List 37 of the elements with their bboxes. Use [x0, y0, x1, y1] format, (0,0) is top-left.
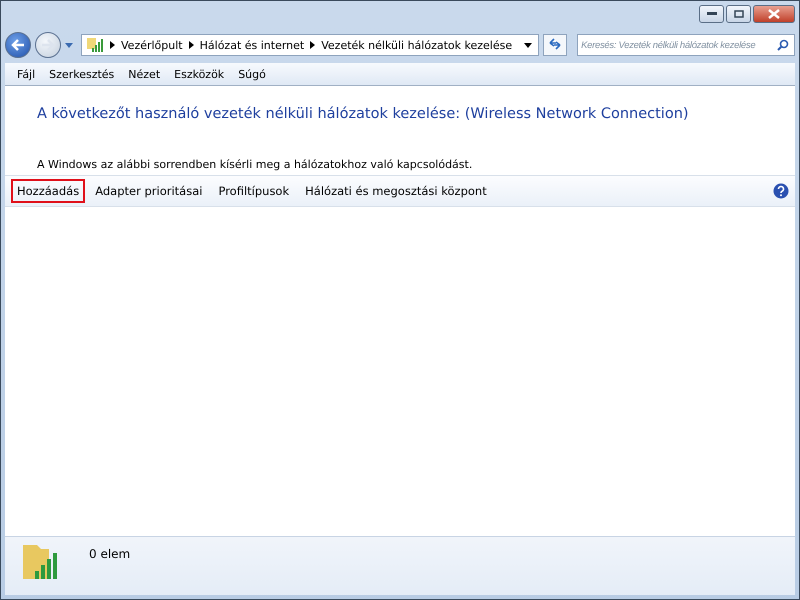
back-button[interactable] — [5, 32, 31, 58]
breadcrumb[interactable]: Hálózat és internet — [200, 38, 304, 52]
address-bar[interactable]: Vezérlőpult Hálózat és internet Vezeték nélküli hálózatok kezelése — [81, 34, 540, 56]
close-button[interactable] — [753, 5, 795, 23]
help-icon[interactable] — [773, 183, 789, 199]
command-button[interactable]: Adapter prioritásai — [89, 179, 208, 203]
item-count: 0 elem — [89, 547, 130, 561]
page-description: A Windows az alábbi sorrendben kísérli meg a hálózatokhoz való kapcsolódást. — [37, 158, 474, 171]
command-button[interactable]: Hozzáadás — [11, 179, 86, 203]
chevron-icon — [188, 41, 194, 49]
menu-item[interactable]: Szerkesztés — [49, 68, 114, 80]
breadcrumb[interactable]: Vezeték nélküli hálózatok kezelése — [321, 38, 512, 52]
command-button[interactable]: Profiltípusok — [212, 179, 296, 203]
maximize-icon — [734, 10, 744, 18]
search-field[interactable]: Keresés: Vezeték nélküli hálózatok kezelése — [577, 34, 795, 56]
dropdown-icon[interactable] — [65, 42, 73, 48]
dropdown-icon — [524, 42, 532, 48]
refresh-icon — [548, 38, 562, 50]
command-button[interactable]: Hálózati és megosztási központ — [299, 179, 493, 203]
back-arrow-icon — [11, 39, 25, 51]
menu-item[interactable]: Fájl — [17, 68, 36, 80]
chevron-icon — [310, 41, 316, 49]
forward-arrow-icon — [41, 39, 55, 51]
menu-item[interactable]: Nézet — [128, 68, 160, 80]
maximize-button[interactable] — [726, 5, 751, 23]
refresh-button[interactable] — [543, 34, 568, 56]
close-icon — [768, 9, 780, 19]
search-icon — [777, 39, 789, 51]
forward-button[interactable] — [35, 32, 61, 58]
minimize-button[interactable] — [699, 5, 724, 23]
network-folder-icon — [86, 37, 104, 53]
page-title: A következőt használó vezeték nélküli hálózatok kezelése: (Wireless Network Connection) — [37, 106, 690, 122]
chevron-icon — [110, 41, 115, 49]
menu-item[interactable]: Eszközök — [174, 68, 224, 80]
minimize-icon — [706, 12, 716, 16]
menu-item[interactable]: Súgó — [238, 68, 266, 80]
breadcrumb[interactable]: Vezérlőpult — [121, 38, 183, 52]
